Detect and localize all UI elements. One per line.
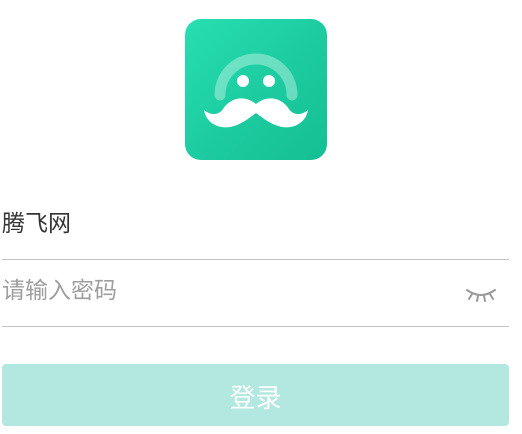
eye-closed-icon[interactable] xyxy=(464,284,498,306)
password-field[interactable] xyxy=(2,261,509,327)
mustache-face-logo-icon xyxy=(204,53,308,128)
app-logo xyxy=(185,19,327,160)
login-button[interactable]: 登录 xyxy=(2,364,509,426)
password-input[interactable] xyxy=(2,273,442,309)
username-value[interactable]: 腾飞网 xyxy=(2,209,71,239)
username-field[interactable]: 腾飞网 xyxy=(2,192,509,260)
